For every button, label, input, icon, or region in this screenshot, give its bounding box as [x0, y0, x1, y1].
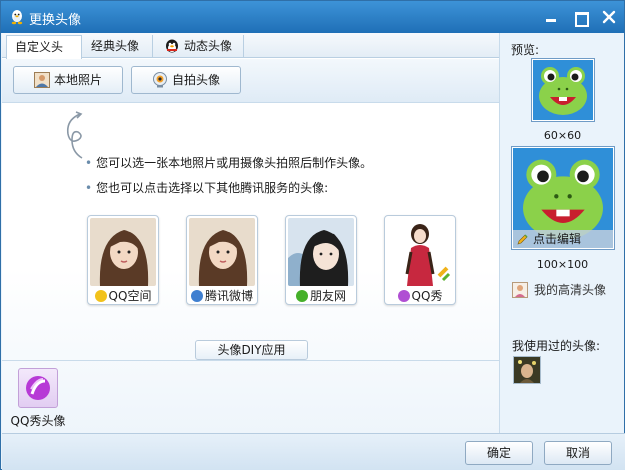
divider — [2, 360, 499, 361]
tab-custom-avatar[interactable]: 自定义头像 — [6, 35, 82, 76]
photo-person-icon — [34, 72, 50, 88]
toolbar: 本地照片 自拍头像 — [2, 59, 499, 103]
main-panel: 自定义头像 经典头像 动态头像 — [2, 33, 499, 433]
tab-classic-avatar[interactable]: 经典头像 — [83, 35, 153, 58]
avatar-photo — [288, 218, 354, 286]
ok-button[interactable]: 确定 — [465, 441, 533, 465]
hd-avatar-label: 我的高清头像 — [534, 283, 607, 297]
app-qqshow-avatar[interactable]: QQ秀头像 — [8, 368, 68, 428]
used-avatars-label: 我使用过的头像: — [512, 339, 601, 353]
pencil-icon — [517, 234, 528, 245]
selfie-avatar-button[interactable]: 自拍头像 — [131, 66, 241, 94]
service-label: 朋友网 — [286, 288, 356, 304]
tab-label: 动态头像 — [184, 39, 233, 53]
hd-avatar-icon — [512, 282, 528, 298]
preview-panel: 预览: 60×60 点击编辑 100×100 我的高清头像 我使用过的头像: — [499, 33, 624, 433]
service-label: QQ空间 — [88, 288, 158, 304]
cancel-button[interactable]: 取消 — [544, 441, 612, 465]
weibo-icon — [190, 290, 203, 302]
pengyou-clover-icon — [295, 290, 308, 302]
title-bar: 更换头像 — [1, 1, 624, 33]
service-label: QQ秀 — [385, 288, 455, 304]
close-icon — [602, 10, 616, 24]
minimize-button[interactable] — [544, 10, 558, 24]
hd-avatar-link[interactable]: 我的高清头像 — [512, 282, 606, 298]
qqshow-icon — [397, 290, 410, 302]
dynamic-penguin-icon — [166, 39, 178, 53]
preview-label: 预览: — [511, 43, 540, 57]
service-weibo[interactable]: 腾讯微博 — [186, 215, 258, 305]
maximize-button[interactable] — [573, 10, 589, 27]
avatar-photo — [387, 218, 453, 286]
content-area: 您可以选一张本地照片或用摄像头拍照后制作头像。 您也可以点击选择以下其他腾讯服务… — [2, 104, 499, 433]
service-label: 腾讯微博 — [187, 288, 257, 304]
local-photo-button[interactable]: 本地照片 — [13, 66, 123, 94]
tip-other-services: 您也可以点击选择以下其他腾讯服务的头像: — [85, 179, 328, 196]
qqshow-logo-icon — [26, 376, 50, 400]
qq-penguin-icon — [11, 10, 23, 25]
window-title: 更换头像 — [29, 13, 82, 28]
qqshow-app-icon — [18, 368, 58, 408]
frog-avatar-small — [533, 60, 593, 120]
preview-60 — [531, 58, 595, 122]
used-avatar-photo — [514, 357, 540, 383]
avatar-diy-button[interactable]: 头像DIY应用 — [195, 340, 308, 360]
selfie-avatar-label: 自拍头像 — [172, 73, 221, 87]
click-to-edit-bar[interactable]: 点击编辑 — [513, 230, 613, 248]
avatar-photo — [90, 218, 156, 286]
local-photo-label: 本地照片 — [54, 73, 103, 87]
tab-label: 经典头像 — [91, 39, 140, 53]
close-button[interactable] — [602, 10, 616, 24]
webcam-icon — [153, 72, 167, 88]
bottom-bar: 确定 取消 — [2, 433, 625, 470]
tab-bar: 自定义头像 经典头像 动态头像 — [2, 33, 499, 76]
change-avatar-window: 更换头像 自定义头像 经典头像 — [0, 0, 625, 470]
tip-local-photo: 您可以选一张本地照片或用摄像头拍照后制作头像。 — [85, 154, 372, 171]
preview-size-large: 100×100 — [536, 258, 589, 271]
used-avatar-thumb[interactable] — [513, 356, 541, 384]
click-to-edit-label: 点击编辑 — [533, 232, 582, 246]
tab-dynamic-avatar[interactable]: 动态头像 — [154, 35, 244, 58]
preview-100[interactable]: 点击编辑 — [511, 146, 615, 250]
service-pengyou[interactable]: 朋友网 — [285, 215, 357, 305]
avatar-photo — [189, 218, 255, 286]
service-qzone[interactable]: QQ空间 — [87, 215, 159, 305]
qqshow-app-label: QQ秀头像 — [10, 414, 66, 428]
service-qqshow[interactable]: QQ秀 — [384, 215, 456, 305]
preview-size-small: 60×60 — [543, 129, 582, 142]
qzone-star-icon — [94, 290, 107, 302]
